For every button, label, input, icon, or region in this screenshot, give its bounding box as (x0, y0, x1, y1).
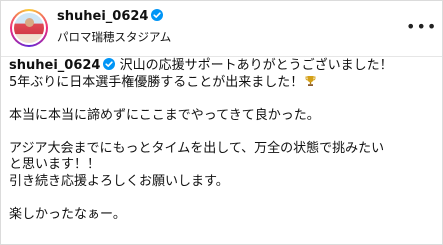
avatar-face (25, 18, 34, 27)
caption-line-7: 楽しかったなぁー。 (9, 206, 126, 222)
caption-line-3: 本当に本当に諦めずにここまでやってきて良かった。 (9, 107, 320, 123)
trophy-icon (305, 75, 316, 86)
caption-line-5: と思います！！ (9, 157, 101, 172)
instagram-post: shuhei_0624 パロマ瑞穂スタジアム ••• shuhei_0624 沢… (0, 0, 443, 245)
post-location[interactable]: パロマ瑞穂スタジアム (57, 29, 171, 45)
caption-text: 5年ぶりに日本選手権優勝することが出来ました！ (9, 74, 304, 90)
verified-badge-icon (151, 9, 164, 21)
profile-avatar[interactable] (10, 9, 48, 47)
post-header: shuhei_0624 パロマ瑞穂スタジアム ••• (1, 1, 442, 57)
caption-blank-line (9, 91, 439, 108)
header-username-row: shuhei_0624 (57, 8, 164, 26)
caption-text: 沢山の応援サポートありがとうございました！ (119, 58, 393, 73)
caption-blank-line (9, 190, 439, 207)
avatar-image (12, 11, 46, 45)
caption-line-1: shuhei_0624 沢山の応援サポートありがとうございました！ (9, 58, 439, 75)
post-caption: shuhei_0624 沢山の応援サポートありがとうございました！ 5年ぶりに日… (9, 58, 439, 223)
header-username[interactable]: shuhei_0624 (57, 9, 148, 24)
caption-line-6: 引き続き応援よろしくお願いします。 (9, 173, 229, 189)
caption-username[interactable]: shuhei_0624 (9, 58, 100, 73)
avatar-photo (14, 13, 44, 43)
verified-badge-icon (103, 58, 116, 70)
more-options-icon[interactable]: ••• (406, 19, 436, 35)
caption-line-2: 5年ぶりに日本選手権優勝することが出来ました！ (9, 75, 439, 92)
caption-line-4: アジア大会までにもっとタイムを出して、万全の状態で挑みたい (9, 140, 385, 156)
caption-blank-line (9, 124, 439, 141)
